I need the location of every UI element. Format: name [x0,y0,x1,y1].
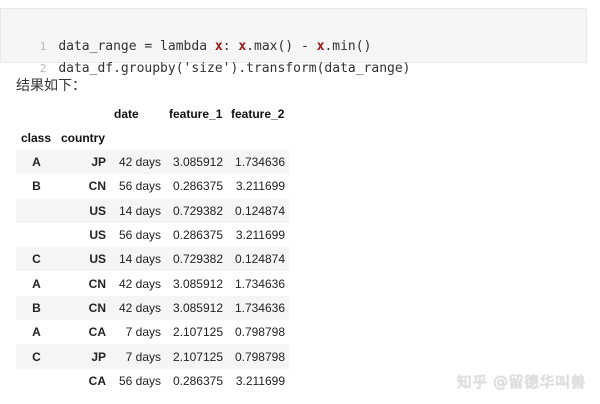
index-country-cell: CA [88,373,106,388]
index-country-cell: JP [57,344,110,369]
index-country-cell: CN [88,179,106,194]
index-class-cell [16,223,57,247]
feature-2-cell: 0.798798 [234,325,285,340]
index-country-cell: US [57,247,110,272]
index-class-cell: B [16,295,57,321]
feature-1-cell: 2.107125 [172,325,223,340]
index-country-cell: CN [57,295,110,321]
index-header-row: class country [16,126,289,150]
table-row: B CN 56 days 0.286375 3.211699 [16,174,289,198]
feature-2-cell: 0.798798 [227,344,289,369]
index-class-cell: C [16,247,57,272]
result-label: 结果如下： [16,78,86,94]
feature-2-cell: 0.124874 [227,198,289,223]
table-row: A JP 42 days 3.085912 1.734636 [16,150,289,175]
index-country-cell: CA [88,325,106,340]
index-country-cell: US [57,198,110,223]
index-header-country: country [61,131,106,145]
table-row: A CN 42 days 3.085912 1.734636 [16,271,289,295]
table-body: A JP 42 days 3.085912 1.734636 B CN 56 days 0.28… [16,150,289,393]
table-row: US 14 days 0.729382 0.124874 [16,198,289,223]
index-country-cell: US [89,228,106,243]
col-header-feature-2: feature_2 [231,107,285,121]
feature-2-cell: 1.734636 [234,276,285,291]
date-cell: 14 days [110,247,165,272]
index-class-cell: A [16,150,57,175]
date-cell: 56 days [118,373,161,388]
feature-1-cell: 3.085912 [165,150,227,175]
feature-2-cell: 3.211699 [235,179,285,194]
table-row: C JP 7 days 2.107125 0.798798 [16,344,289,369]
index-class-cell [16,369,57,393]
feature-2-cell: 1.734636 [227,295,289,321]
code-line-1: 1 data_range = lambda x: x.max() - x.min(… [1,14,372,54]
code-block: 1 data_range = lambda x: x.max() - x.min(… [0,8,587,76]
date-cell: 42 days [118,276,161,291]
watermark: 知乎 @留德华叫兽 [456,373,586,391]
feature-1-cell: 3.085912 [172,276,223,291]
index-class-cell: B [32,179,41,194]
feature-1-cell: 2.107125 [165,344,227,369]
feature-2-cell: 0.124874 [227,247,289,272]
code-line-2: 2 data_df.groupby('size').transform(data_… [1,36,411,76]
date-cell: 14 days [110,198,165,223]
code-text: data_df.groupby('size').transform(data_r… [58,61,411,76]
index-class-cell [16,198,57,223]
index-class-cell: A [32,325,41,340]
feature-1-cell: 0.729382 [165,198,227,223]
table-row: CA 56 days 0.286375 3.211699 [16,369,289,393]
blank-header [57,102,110,126]
feature-1-cell: 3.085912 [165,295,227,321]
dataframe-table: date feature_1 feature_2 class country A… [16,102,289,393]
column-header-row: date feature_1 feature_2 [16,102,289,126]
index-country-cell: JP [57,150,110,175]
index-header-class: class [21,131,52,145]
feature-2-cell: 3.211699 [235,373,285,388]
index-class-cell: A [32,276,41,291]
feature-1-cell: 0.286375 [172,179,223,194]
feature-1-cell: 0.286375 [172,373,223,388]
table-row: B CN 42 days 3.085912 1.734636 [16,295,289,321]
feature-1-cell: 0.286375 [172,228,223,243]
date-cell: 42 days [110,295,165,321]
date-cell: 56 days [118,179,161,194]
index-class-cell: C [16,344,57,369]
feature-1-cell: 0.729382 [165,247,227,272]
date-cell: 42 days [110,150,165,175]
table-row: A CA 7 days 2.107125 0.798798 [16,320,289,344]
date-cell: 7 days [125,325,161,340]
table-row: US 56 days 0.286375 3.211699 [16,223,289,247]
table-row: C US 14 days 0.729382 0.124874 [16,247,289,272]
date-cell: 7 days [110,344,165,369]
feature-2-cell: 1.734636 [227,150,289,175]
col-header-date: date [114,107,139,121]
index-country-cell: CN [88,276,106,291]
feature-2-cell: 3.211699 [235,228,285,243]
col-header-feature-1: feature_1 [169,107,223,121]
date-cell: 56 days [118,228,161,243]
blank-header [16,102,57,126]
